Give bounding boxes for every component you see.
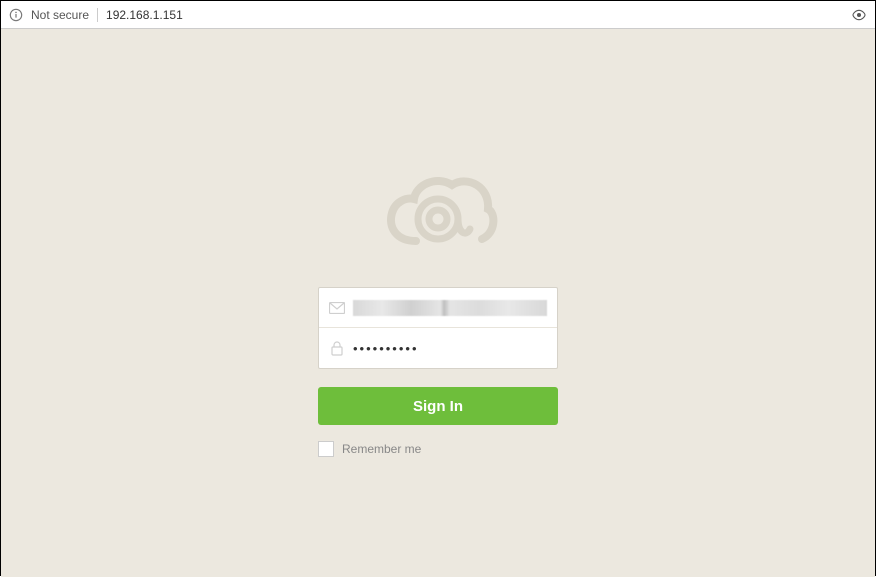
info-icon [9, 8, 23, 22]
signin-button[interactable]: Sign In [318, 387, 558, 425]
url-text[interactable]: 192.168.1.151 [106, 8, 843, 22]
password-input[interactable] [353, 341, 547, 356]
eye-icon[interactable] [851, 7, 867, 23]
signin-button-label: Sign In [413, 398, 463, 415]
remember-label: Remember me [342, 442, 421, 456]
app-logo [378, 169, 498, 257]
page-viewport: Sign In Remember me [1, 29, 875, 577]
address-divider [97, 8, 98, 22]
envelope-icon [329, 300, 345, 316]
remember-row[interactable]: Remember me [318, 441, 558, 457]
security-status-label: Not secure [31, 8, 89, 22]
email-field-row[interactable] [319, 288, 557, 328]
password-field-row[interactable] [319, 328, 557, 368]
browser-address-bar: Not secure 192.168.1.151 [1, 1, 875, 29]
login-form [318, 287, 558, 369]
email-value-redacted [353, 300, 547, 316]
lock-icon [329, 340, 345, 356]
remember-checkbox[interactable] [318, 441, 334, 457]
